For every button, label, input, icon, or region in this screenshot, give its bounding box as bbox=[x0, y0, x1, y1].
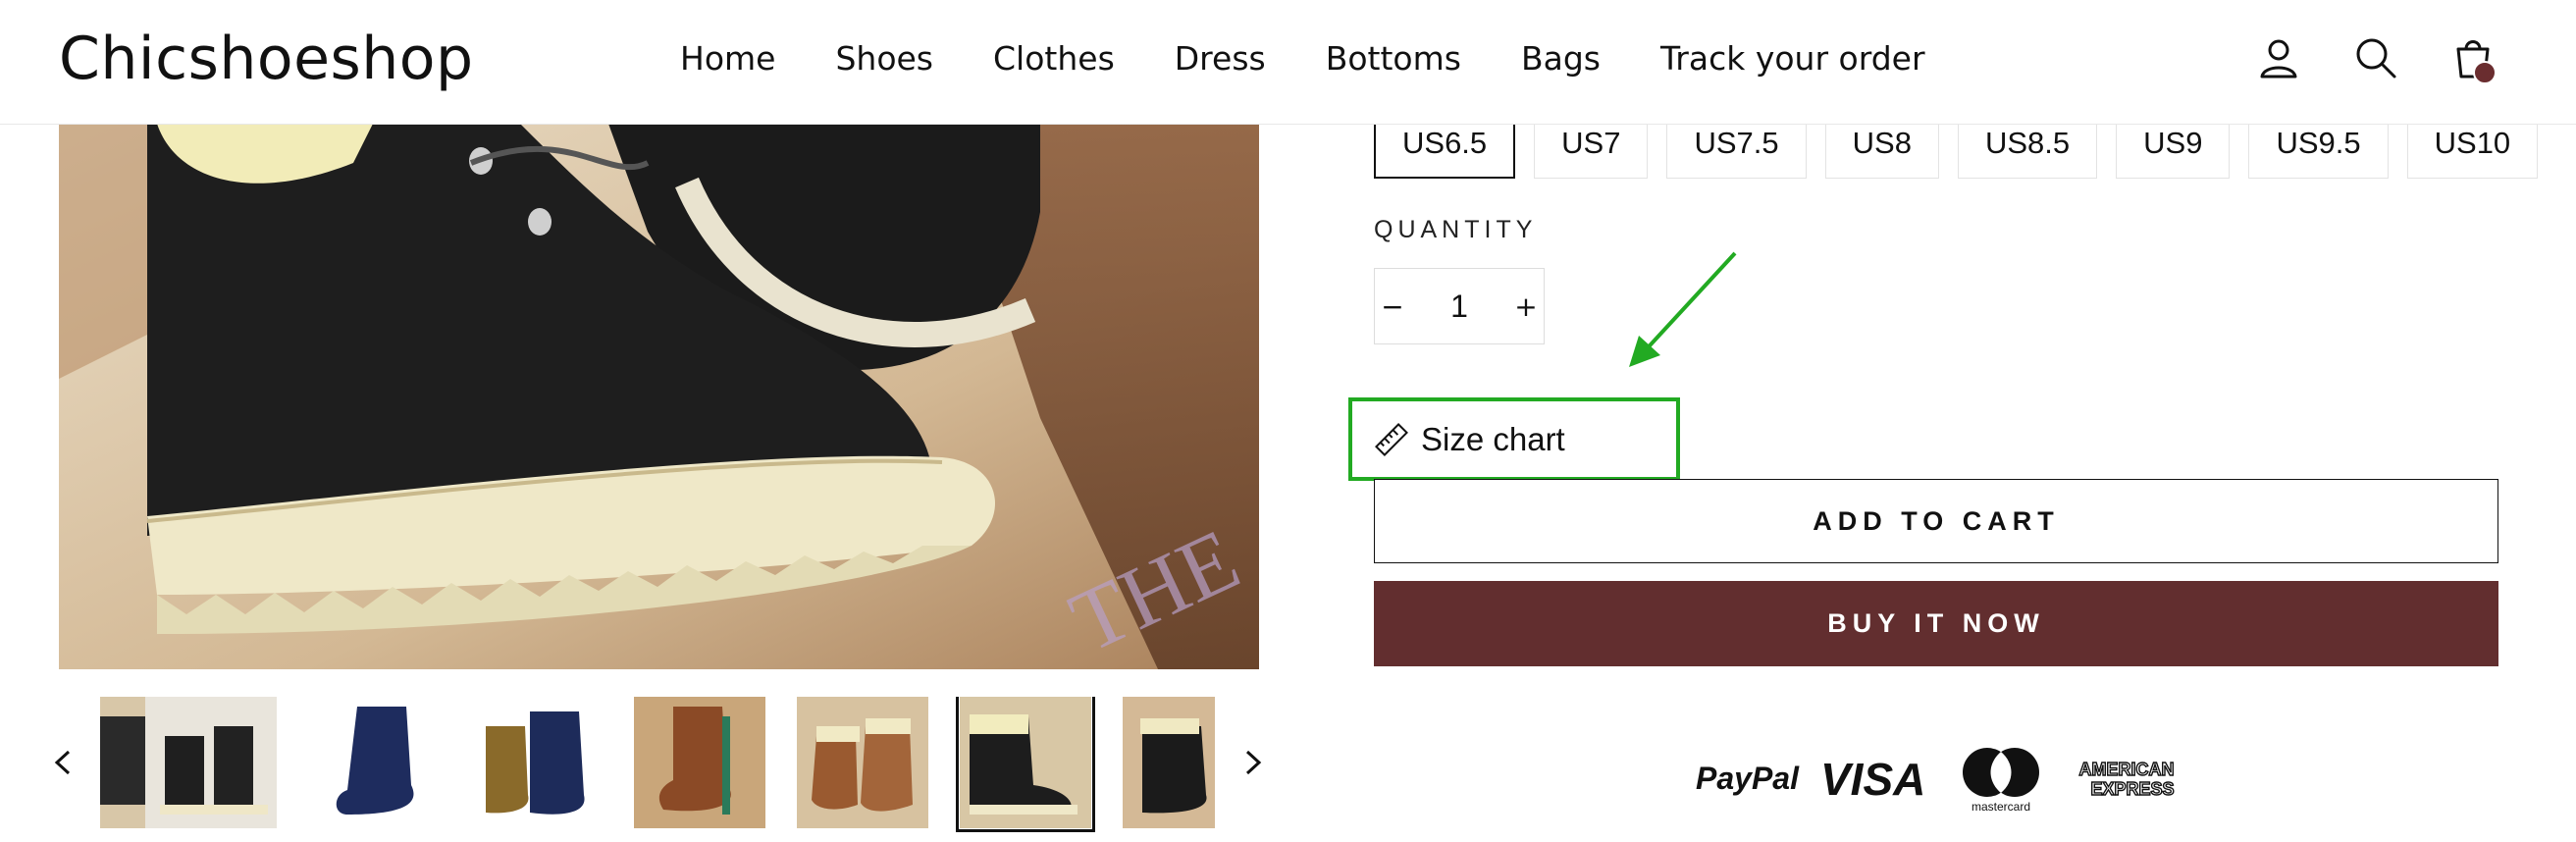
amex-logo-icon: AMERICAN EXPRESS bbox=[2078, 759, 2175, 799]
annotation-arrow-icon bbox=[1629, 251, 1737, 367]
account-icon[interactable] bbox=[2254, 33, 2303, 82]
thumbnail-7[interactable] bbox=[1123, 697, 1215, 828]
nav-bags[interactable]: Bags bbox=[1521, 39, 1601, 78]
svg-text:AMERICAN: AMERICAN bbox=[2079, 760, 2175, 779]
quantity-label: QUANTITY bbox=[1374, 216, 1538, 243]
nav-bottoms[interactable]: Bottoms bbox=[1326, 39, 1461, 78]
search-icon[interactable] bbox=[2351, 33, 2400, 82]
svg-text:mastercard: mastercard bbox=[1971, 800, 2030, 814]
nav-shoes[interactable]: Shoes bbox=[835, 39, 933, 78]
product-main-image[interactable]: THE bbox=[59, 124, 1259, 669]
svg-text:EXPRESS: EXPRESS bbox=[2090, 779, 2174, 799]
quantity-input[interactable] bbox=[1410, 268, 1508, 344]
quantity-decrement-button[interactable]: − bbox=[1375, 269, 1410, 343]
thumbnail-strip bbox=[100, 697, 1215, 832]
visa-logo-icon: VISA bbox=[1820, 754, 1925, 805]
payment-methods: PayPal VISA mastercard AMERICAN EXPRESS bbox=[1693, 746, 2203, 815]
quantity-increment-button[interactable]: + bbox=[1508, 269, 1544, 343]
cart-count-badge bbox=[2473, 61, 2497, 84]
quantity-stepper: − + bbox=[1374, 268, 1545, 344]
nav-dress[interactable]: Dress bbox=[1175, 39, 1266, 78]
thumbnail-3[interactable] bbox=[471, 697, 603, 828]
nav-track-order[interactable]: Track your order bbox=[1660, 39, 1925, 78]
ruler-icon bbox=[1375, 422, 1408, 456]
thumbnail-4[interactable] bbox=[634, 697, 765, 828]
add-to-cart-button[interactable]: ADD TO CART bbox=[1374, 479, 2498, 563]
thumbnail-1[interactable] bbox=[145, 697, 277, 828]
size-chart-label: Size chart bbox=[1421, 420, 1565, 457]
site-header: Chicshoeshop Home Shoes Clothes Dress Bo… bbox=[0, 0, 2576, 125]
chevron-right-icon[interactable] bbox=[1234, 738, 1273, 787]
site-logo[interactable]: Chicshoeshop bbox=[59, 24, 474, 94]
paypal-logo-icon: PayPal bbox=[1696, 761, 1800, 796]
size-chart-link[interactable]: Size chart bbox=[1348, 397, 1680, 481]
nav-home[interactable]: Home bbox=[680, 39, 775, 78]
main-nav: Home Shoes Clothes Dress Bottoms Bags Tr… bbox=[680, 33, 1925, 82]
nav-clothes[interactable]: Clothes bbox=[993, 39, 1115, 78]
mastercard-logo-icon: mastercard bbox=[1963, 748, 2039, 814]
buy-it-now-button[interactable]: BUY IT NOW bbox=[1374, 581, 2498, 666]
thumbnail-5[interactable] bbox=[797, 697, 928, 828]
thumbnail-2[interactable] bbox=[308, 697, 440, 828]
chevron-left-icon[interactable] bbox=[43, 738, 82, 787]
thumbnail-6[interactable] bbox=[956, 697, 1095, 832]
